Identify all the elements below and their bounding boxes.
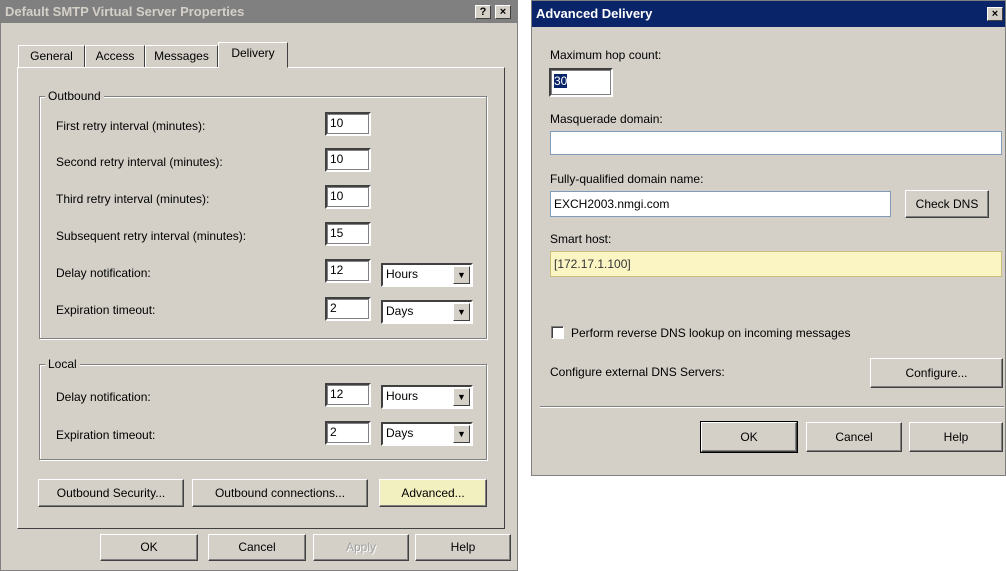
external-dns-label: Configure external DNS Servers: <box>550 365 725 379</box>
tab-general[interactable]: General <box>18 45 85 67</box>
max-hop-input[interactable]: 30 <box>549 68 613 97</box>
fqdn-input[interactable]: EXCH2003.nmgi.com <box>550 191 891 217</box>
local-expiration-label: Expiration timeout: <box>56 428 156 442</box>
third-retry-label: Third retry interval (minutes): <box>56 192 210 206</box>
subsequent-retry-input[interactable]: 15 <box>325 222 371 246</box>
advanced-button[interactable]: Advanced... <box>379 479 487 507</box>
smtp-properties-window: Default SMTP Virtual Server Properties ?… <box>0 0 518 571</box>
subsequent-retry-label: Subsequent retry interval (minutes): <box>56 229 247 243</box>
outbound-group-label: Outbound <box>45 89 104 103</box>
check-dns-button[interactable]: Check DNS <box>905 190 989 218</box>
window-title: Default SMTP Virtual Server Properties <box>5 4 245 19</box>
fqdn-label: Fully-qualified domain name: <box>550 172 704 186</box>
outbound-delay-unit-value: Hours <box>386 267 419 281</box>
local-expiration-unit-select[interactable]: Days ▼ <box>381 422 473 446</box>
close-icon[interactable]: × <box>495 5 511 19</box>
masquerade-label: Masquerade domain: <box>550 112 663 126</box>
tab-general-label: General <box>30 49 73 63</box>
help-button[interactable]: Help <box>415 534 511 561</box>
outbound-delay-notification-input[interactable]: 12 <box>325 259 371 283</box>
dialog-help-button[interactable]: Help <box>909 422 1003 452</box>
local-expiration-unit-value: Days <box>386 426 414 440</box>
window-title-bar[interactable]: Default SMTP Virtual Server Properties <box>1 1 517 23</box>
outbound-expiration-unit-value: Days <box>386 304 414 318</box>
outbound-expiration-unit-select[interactable]: Days ▼ <box>381 300 473 324</box>
outbound-delay-notification-label: Delay notification: <box>56 266 151 280</box>
masquerade-input[interactable] <box>550 131 1002 155</box>
local-delay-unit-value: Hours <box>386 389 419 403</box>
apply-button[interactable]: Apply <box>313 534 409 561</box>
dialog-ok-button[interactable]: OK <box>701 422 797 452</box>
reverse-dns-checkbox[interactable] <box>551 326 564 339</box>
local-delay-notification-label: Delay notification: <box>56 390 151 404</box>
cancel-button[interactable]: Cancel <box>208 534 306 561</box>
configure-button[interactable]: Configure... <box>870 358 1003 388</box>
first-retry-input[interactable]: 10 <box>325 112 371 136</box>
chevron-down-icon[interactable]: ▼ <box>453 388 470 406</box>
ok-button[interactable]: OK <box>100 534 198 561</box>
chevron-down-icon[interactable]: ▼ <box>453 303 470 321</box>
outbound-expiration-input[interactable]: 2 <box>325 297 371 321</box>
dialog-title-bar[interactable]: Advanced Delivery <box>532 1 1005 27</box>
second-retry-label: Second retry interval (minutes): <box>56 155 223 169</box>
max-hop-value: 30 <box>554 74 568 88</box>
tab-access-label: Access <box>95 49 135 63</box>
dialog-divider <box>540 406 1004 408</box>
local-expiration-input[interactable]: 2 <box>325 421 371 445</box>
tab-messages[interactable]: Messages <box>145 45 218 67</box>
tab-messages-label: Messages <box>154 49 209 63</box>
reverse-dns-label[interactable]: Perform reverse DNS lookup on incoming m… <box>571 326 850 340</box>
chevron-down-icon[interactable]: ▼ <box>453 266 470 284</box>
outbound-connections-button[interactable]: Outbound connections... <box>192 479 368 507</box>
tab-access[interactable]: Access <box>85 45 145 67</box>
tab-delivery-label: Delivery <box>231 46 275 60</box>
first-retry-label: First retry interval (minutes): <box>56 119 206 133</box>
outbound-security-button[interactable]: Outbound Security... <box>38 479 184 507</box>
advanced-delivery-dialog: Advanced Delivery × Maximum hop count: 3… <box>531 0 1006 476</box>
max-hop-label: Maximum hop count: <box>550 48 662 62</box>
local-group-label: Local <box>45 357 80 371</box>
third-retry-input[interactable]: 10 <box>325 185 371 209</box>
second-retry-input[interactable]: 10 <box>325 148 371 172</box>
chevron-down-icon[interactable]: ▼ <box>453 425 470 443</box>
outbound-delay-unit-select[interactable]: Hours ▼ <box>381 263 473 287</box>
local-delay-unit-select[interactable]: Hours ▼ <box>381 385 473 409</box>
outbound-expiration-label: Expiration timeout: <box>56 303 156 317</box>
tab-delivery[interactable]: Delivery <box>218 42 288 68</box>
dialog-cancel-button[interactable]: Cancel <box>806 422 902 452</box>
local-delay-notification-input[interactable]: 12 <box>325 383 371 407</box>
close-icon[interactable]: × <box>987 7 1003 21</box>
smart-host-label: Smart host: <box>550 232 612 246</box>
help-icon[interactable]: ? <box>475 5 491 19</box>
dialog-title: Advanced Delivery <box>536 6 653 21</box>
smart-host-input[interactable]: [172.17.1.100] <box>550 251 1002 277</box>
